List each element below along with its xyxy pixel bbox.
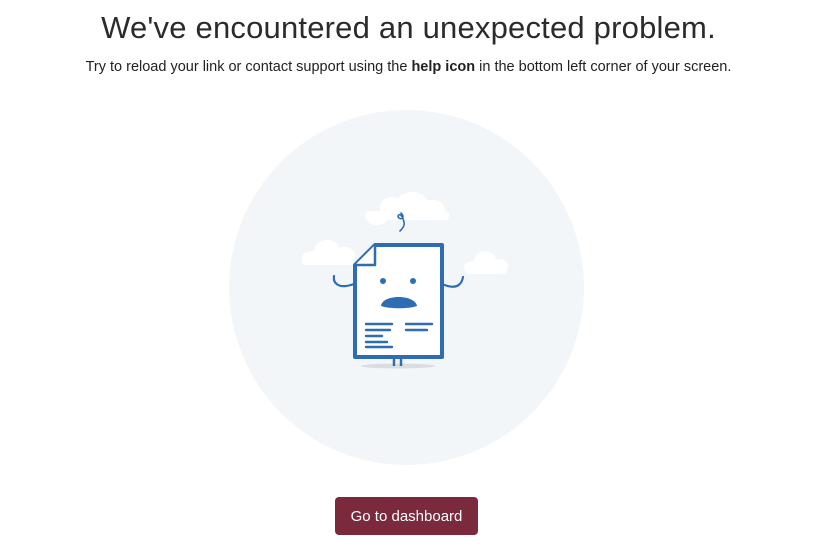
confused-document-icon <box>302 192 508 369</box>
document-fold <box>355 245 377 267</box>
cloud-icon <box>302 240 355 265</box>
error-message-text-start: Try to reload your link or contact suppo… <box>85 59 412 75</box>
confusion-squiggle <box>397 212 405 232</box>
left-eye <box>380 278 386 284</box>
right-arm <box>440 275 465 288</box>
go-to-dashboard-button[interactable]: Go to dashboard <box>335 497 478 535</box>
error-page: We've encountered an unexpected problem.… <box>0 0 817 560</box>
help-icon-reference: help icon <box>411 59 476 75</box>
error-message: Try to reload your link or contact suppo… <box>0 57 817 77</box>
page-title: We've encountered an unexpected problem. <box>101 10 716 45</box>
document-shadow <box>361 363 435 369</box>
cloud-icon <box>464 251 508 274</box>
right-eye <box>410 278 416 284</box>
error-message-text-end: in the bottom left corner of your screen… <box>475 59 732 75</box>
left-arm <box>332 274 356 288</box>
cloud-icon <box>365 192 449 225</box>
